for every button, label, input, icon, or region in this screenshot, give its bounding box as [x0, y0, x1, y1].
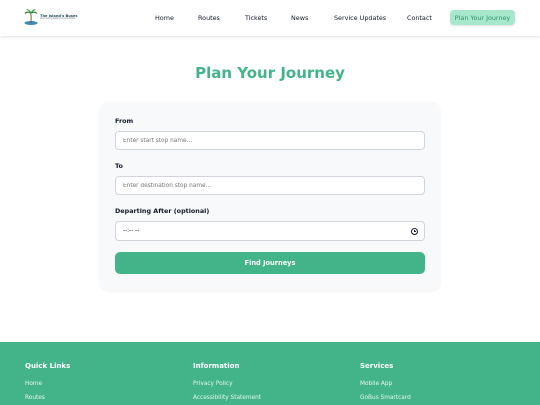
- footer-heading: Services: [360, 362, 394, 370]
- palm-tree-island-icon: [24, 8, 38, 26]
- nav-contact[interactable]: Contact: [407, 14, 432, 22]
- nav-news[interactable]: News: [291, 14, 308, 22]
- from-input[interactable]: [115, 131, 425, 150]
- departing-after-time-input[interactable]: --:-- --: [115, 221, 425, 241]
- site-header: The Island's Buses Connecting Island Com…: [0, 0, 540, 36]
- footer-link-home[interactable]: Home: [25, 381, 70, 387]
- nav-service-updates[interactable]: Service Updates: [334, 14, 386, 22]
- from-label: From: [115, 117, 134, 125]
- find-journeys-button[interactable]: Find Journeys: [115, 252, 425, 274]
- to-input[interactable]: [115, 176, 425, 195]
- nav-home[interactable]: Home: [155, 14, 174, 22]
- journey-planner-form: From To Departing After (optional) --:--…: [100, 102, 440, 290]
- footer-link-mobile-app[interactable]: Mobile App: [360, 381, 411, 387]
- footer-link-accessibility-statement[interactable]: Accessibility Statement: [193, 395, 261, 401]
- page-title: Plan Your Journey: [195, 64, 345, 82]
- footer-services: Services Mobile App GoBus Smartcard: [360, 362, 411, 401]
- logo-subtitle: Connecting Island Communities: [40, 16, 75, 20]
- nav-routes[interactable]: Routes: [198, 14, 220, 22]
- site-footer: Quick Links Home Routes Information Priv…: [0, 342, 540, 405]
- site-logo[interactable]: The Island's Buses Connecting Island Com…: [24, 7, 77, 27]
- footer-link-privacy-policy[interactable]: Privacy Policy: [193, 381, 261, 387]
- nav-tickets[interactable]: Tickets: [245, 14, 267, 22]
- to-label: To: [115, 162, 123, 170]
- footer-heading: Quick Links: [25, 362, 71, 370]
- time-value: --:-- --: [123, 228, 140, 234]
- footer-link-gobus-smartcard[interactable]: GoBus Smartcard: [360, 395, 411, 401]
- departing-after-label: Departing After (optional): [115, 207, 210, 215]
- footer-information: Information Privacy Policy Accessibility…: [193, 362, 261, 401]
- footer-heading: Information: [193, 362, 240, 370]
- plan-journey-button[interactable]: Plan Your Journey: [450, 10, 515, 25]
- clock-icon[interactable]: [411, 227, 418, 235]
- footer-link-routes[interactable]: Routes: [25, 395, 70, 401]
- footer-quick-links: Quick Links Home Routes: [25, 362, 70, 401]
